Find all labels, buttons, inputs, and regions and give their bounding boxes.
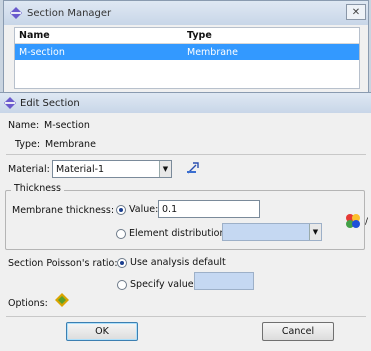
- section-table: Name Type M-section Membrane: [14, 27, 360, 89]
- thickness-value-text: 0.1: [162, 203, 178, 215]
- specify-value-label: Specify value:: [130, 279, 197, 290]
- create-material-icon[interactable]: [186, 161, 200, 175]
- options-label: Options:: [8, 298, 48, 309]
- name-label: Name:: [8, 120, 40, 131]
- membrane-thickness-label: Membrane thickness:: [12, 205, 115, 216]
- table-header: Name Type: [15, 28, 359, 44]
- section-manager-titlebar: Section Manager: [4, 1, 368, 25]
- thickness-group-label: Thickness: [11, 183, 64, 194]
- specify-value-input[interactable]: [194, 272, 254, 290]
- material-value: Material-1: [56, 163, 105, 175]
- app-logo-icon: [10, 7, 22, 19]
- element-distribution-dropdown[interactable]: ▼: [222, 223, 322, 241]
- divider: [6, 154, 366, 155]
- row-type-cell: Membrane: [187, 46, 238, 58]
- element-distribution-radio[interactable]: Element distribution:: [116, 228, 229, 239]
- value-radio-label: Value:: [129, 204, 159, 215]
- section-manager-title: Section Manager: [27, 7, 112, 19]
- side-mark: /: [365, 217, 369, 227]
- radio-unselected-icon: [117, 279, 127, 290]
- row-name-cell: M-section: [19, 46, 65, 58]
- ok-button[interactable]: OK: [66, 322, 138, 341]
- app-logo-icon: [4, 97, 16, 109]
- poisson-label: Section Poisson's ratio:: [8, 258, 118, 269]
- column-header-name[interactable]: Name: [15, 30, 185, 41]
- use-default-radio[interactable]: Use analysis default: [117, 257, 226, 268]
- edit-section-titlebar: Edit Section: [0, 93, 371, 113]
- edit-section-window: Edit Section Name: M-section Type: Membr…: [0, 92, 371, 351]
- radio-selected-icon: [116, 204, 126, 215]
- element-distribution-label: Element distribution:: [129, 228, 229, 239]
- material-dropdown[interactable]: Material-1 ▼: [52, 160, 172, 178]
- thickness-value-input[interactable]: 0.1: [158, 200, 260, 218]
- type-value: Membrane: [45, 139, 96, 150]
- column-header-type[interactable]: Type: [185, 30, 355, 41]
- specify-value-radio[interactable]: Specify value:: [117, 279, 197, 290]
- close-button[interactable]: ✕: [346, 4, 366, 20]
- cancel-button[interactable]: Cancel: [262, 322, 334, 341]
- thickness-group: [5, 190, 365, 250]
- value-radio[interactable]: Value:: [116, 204, 158, 215]
- create-field-icon[interactable]: [344, 212, 362, 230]
- divider: [6, 316, 366, 317]
- radio-unselected-icon: [116, 228, 126, 239]
- table-row[interactable]: M-section Membrane: [15, 44, 359, 60]
- edit-section-title: Edit Section: [20, 97, 80, 109]
- use-default-label: Use analysis default: [130, 257, 226, 268]
- section-manager-window: Section Manager ✕ Name Type M-section Me…: [3, 0, 369, 98]
- options-icon[interactable]: [54, 292, 70, 308]
- radio-selected-icon: [117, 257, 127, 268]
- type-label: Type:: [15, 139, 41, 150]
- chevron-down-icon: ▼: [309, 224, 321, 240]
- name-value: M-section: [44, 120, 90, 131]
- material-label: Material:: [8, 164, 50, 175]
- chevron-down-icon: ▼: [159, 161, 171, 177]
